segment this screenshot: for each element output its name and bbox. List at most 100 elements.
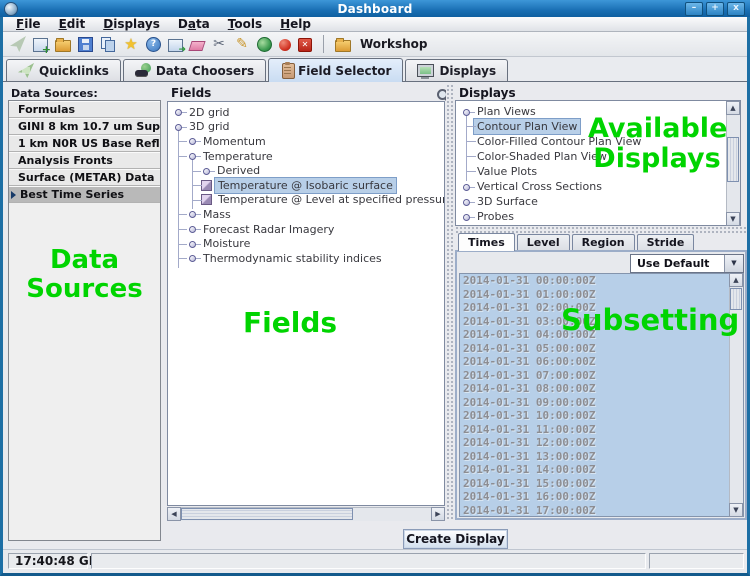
displays-scrollbar-up-arrow-icon[interactable]: ▲ [726,101,740,115]
time-item[interactable]: 2014-01-31 13:00:00Z [460,450,743,464]
time-item[interactable]: 2014-01-31 01:00:00Z [460,288,743,302]
tree-node[interactable]: Vertical Cross Sections [456,179,740,194]
tree-node[interactable]: Derived [168,163,444,178]
time-item[interactable]: 2014-01-31 03:00:00Z [460,315,743,329]
tree-node-label[interactable]: Value Plots [474,164,540,179]
cut-icon[interactable]: ✂ [211,36,227,52]
star-icon[interactable]: ★ [123,36,139,52]
time-item[interactable]: 2014-01-31 12:00:00Z [460,436,743,450]
tree-node[interactable]: Temperature [168,149,444,164]
tab-displays[interactable]: Displays [405,59,508,81]
maximize-button[interactable]: + [706,2,724,16]
time-item[interactable]: 2014-01-31 02:00:00Z [460,301,743,315]
minimize-button[interactable]: – [685,2,703,16]
data-source-item[interactable]: GINI 8 km 10.7 um Super-N [9,118,160,135]
time-item[interactable]: 2014-01-31 16:00:00Z [460,490,743,504]
time-item[interactable]: 2014-01-31 14:00:00Z [460,463,743,477]
fields-scrollbar-left-arrow-icon[interactable]: ◀ [167,507,181,521]
menu-file[interactable]: File [7,17,50,31]
tree-node[interactable]: Momentum [168,134,444,149]
tree-node-label[interactable]: Temperature @ Isobaric surface [215,178,396,193]
close-button[interactable]: x [727,2,745,16]
menu-data[interactable]: Data [169,17,219,31]
tree-expanded-handle-icon[interactable] [172,120,186,134]
tree-node-label[interactable]: Thermodynamic stability indices [200,251,385,266]
tree-node[interactable]: Value Plots [456,164,740,179]
tree-node-label[interactable]: Momentum [200,134,269,149]
tree-node[interactable]: Mass [168,207,444,222]
fields-scrollbar-thumb[interactable] [181,508,353,520]
data-source-item[interactable]: Surface (METAR) Data [9,169,160,186]
data-source-item[interactable]: Analysis Fronts [9,152,160,169]
time-item[interactable]: 2014-01-31 06:00:00Z [460,355,743,369]
time-item[interactable]: 2014-01-31 15:00:00Z [460,477,743,491]
new-window-icon[interactable] [33,38,48,52]
times-scrollbar-thumb[interactable] [730,288,742,310]
eraser-icon[interactable] [188,41,205,51]
times-scrollbar-down-arrow-icon[interactable]: ▼ [729,503,743,517]
tree-node-label[interactable]: Color-Shaded Plan View [474,149,610,164]
time-item[interactable]: 2014-01-31 11:00:00Z [460,423,743,437]
combobox-arrow-icon[interactable]: ▼ [724,255,743,272]
tree-node[interactable]: Color-Filled Contour Plan View [456,134,740,149]
tab-quicklinks[interactable]: Quicklinks [6,59,121,81]
tree-collapsed-handle-icon[interactable] [200,164,214,178]
tab-field-selector[interactable]: Field Selector [268,58,403,82]
time-item[interactable]: 2014-01-31 00:00:00Z [460,274,743,288]
tree-node-label[interactable]: Plan Views [474,104,539,119]
quicklinks-icon[interactable] [10,36,26,52]
tree-collapsed-handle-icon[interactable] [172,105,186,119]
vertical-splitter[interactable] [446,84,455,521]
tree-collapsed-handle-icon[interactable] [186,237,200,251]
time-item[interactable]: 2014-01-31 08:00:00Z [460,382,743,396]
subset-tab-level[interactable]: Level [517,234,570,250]
open-folder-icon[interactable] [55,40,71,52]
subset-tab-stride[interactable]: Stride [637,234,695,250]
times-scrollbar-up-arrow-icon[interactable]: ▲ [729,273,743,287]
tree-node[interactable]: Plan Views [456,104,740,119]
tree-node[interactable]: 3D grid [168,120,444,135]
tree-expanded-handle-icon[interactable] [186,149,200,163]
window-titlebar[interactable]: Dashboard –+x [0,0,750,17]
tree-collapsed-handle-icon[interactable] [186,134,200,148]
use-default-combobox[interactable]: Use Default ▼ [630,254,744,273]
tree-node-label[interactable]: Forecast Radar Imagery [200,222,337,237]
time-item[interactable]: 2014-01-31 04:00:00Z [460,328,743,342]
pencil-icon[interactable]: ✎ [234,36,250,52]
data-source-item[interactable]: Best Time Series [9,186,160,203]
tree-node-label[interactable]: Color-Filled Contour Plan View [474,134,644,149]
time-item[interactable]: 2014-01-31 17:00:00Z [460,504,743,518]
tree-node[interactable]: Temperature @ Isobaric surface [168,178,444,193]
times-scrollbar-track[interactable] [729,287,743,503]
tree-node[interactable]: Probes [456,209,740,224]
tree-node-label[interactable]: Probes [474,209,517,224]
tree-node[interactable]: Thermodynamic stability indices [168,251,444,266]
tree-collapsed-handle-icon[interactable] [186,207,200,221]
create-display-button[interactable]: Create Display [403,529,508,549]
copy-icon[interactable] [100,36,116,52]
record-icon[interactable] [279,39,291,51]
send-icon[interactable] [168,39,183,52]
help-icon[interactable]: ? [146,37,161,52]
tree-node-label[interactable]: 3D grid [186,119,233,134]
data-source-item[interactable]: Formulas [9,101,160,118]
tree-node[interactable]: Contour Plan View [456,119,740,134]
tree-node[interactable]: Forecast Radar Imagery [168,222,444,237]
tree-node-label[interactable]: 3D Surface [474,194,541,209]
menu-tools[interactable]: Tools [219,17,271,31]
tree-node[interactable]: 2D grid [168,105,444,120]
tree-expanded-handle-icon[interactable] [460,105,474,119]
tree-node-label[interactable]: Derived [214,163,263,178]
menu-displays[interactable]: Displays [94,17,169,31]
tree-collapsed-handle-icon[interactable] [460,180,474,194]
displays-scrollbar-down-arrow-icon[interactable]: ▼ [726,212,740,226]
tree-node-label[interactable]: Vertical Cross Sections [474,179,605,194]
time-item[interactable]: 2014-01-31 09:00:00Z [460,396,743,410]
menu-edit[interactable]: Edit [50,17,95,31]
tree-node[interactable]: 3D Surface [456,194,740,209]
tree-collapsed-handle-icon[interactable] [460,195,474,209]
tree-collapsed-handle-icon[interactable] [460,210,474,224]
tree-node[interactable]: Moisture [168,236,444,251]
tree-node[interactable]: Color-Shaded Plan View [456,149,740,164]
menu-help[interactable]: Help [271,17,320,31]
